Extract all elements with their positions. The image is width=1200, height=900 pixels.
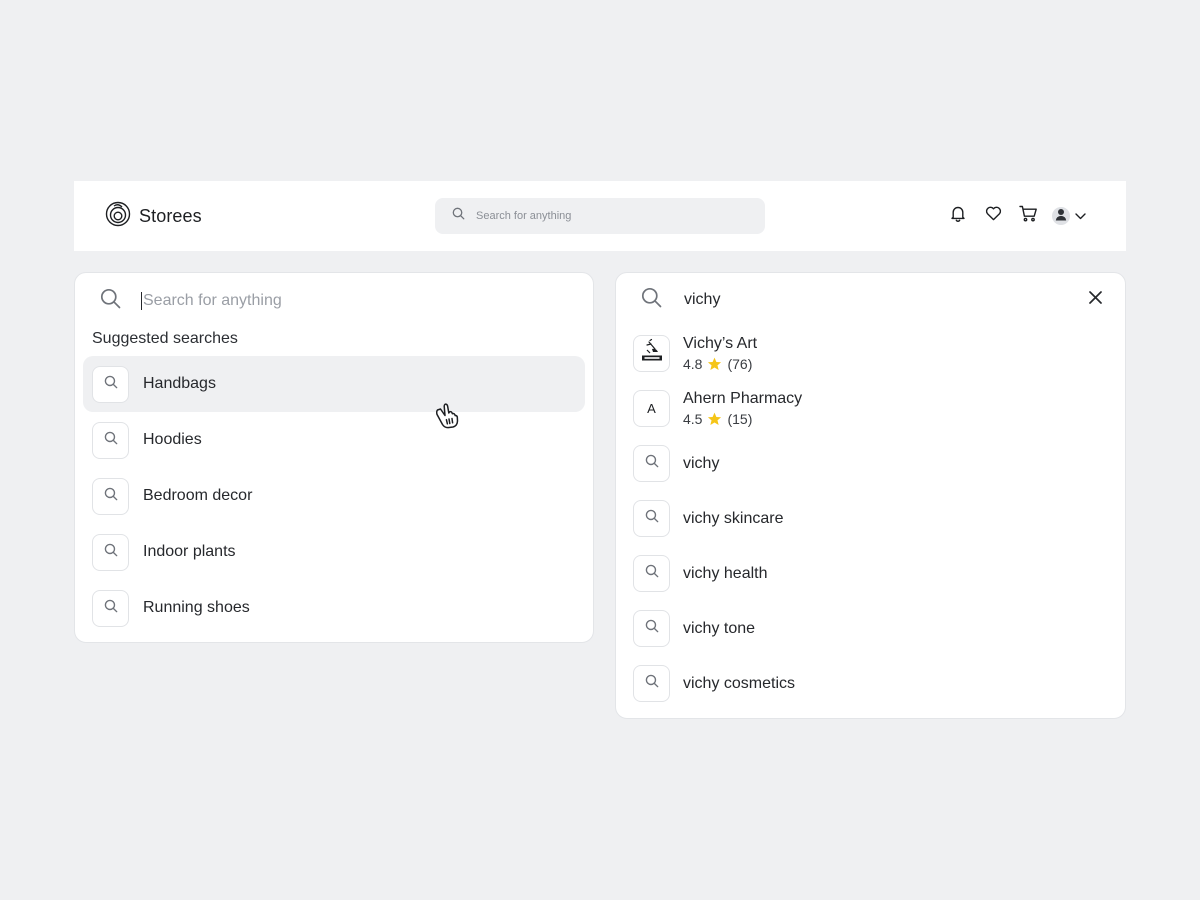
rating-count: (76) [727, 356, 753, 372]
query-info: vichy tone [683, 620, 755, 638]
result-list: Vichy’s Art 4.8 (76) A Ahern Pharmacy 4.… [633, 326, 1113, 711]
store-rating: 4.5 (15) [683, 411, 802, 427]
clear-search-button[interactable] [1085, 290, 1105, 310]
query-info: vichy skincare [683, 510, 783, 528]
store-result-ahern-pharmacy[interactable]: A Ahern Pharmacy 4.5 (15) [633, 381, 1113, 436]
store-result-vichys-art[interactable]: Vichy’s Art 4.8 (76) [633, 326, 1113, 381]
suggestion-label: Bedroom decor [143, 487, 253, 504]
cart-icon [1018, 205, 1038, 227]
search-icon [645, 619, 659, 638]
store-name: Ahern Pharmacy [683, 390, 803, 407]
suggestion-label: Hoodies [143, 431, 202, 448]
search-icon [645, 674, 659, 693]
query-result-vichy[interactable]: vichy [633, 436, 1113, 491]
query-label: vichy [683, 454, 720, 472]
suggestion-item-bedroom-decor[interactable]: Bedroom decor [83, 468, 585, 524]
query-info: vichy [683, 455, 719, 473]
suggestion-label: Indoor plants [143, 543, 236, 560]
left-search-bar[interactable] [100, 288, 501, 314]
star-icon [707, 357, 722, 371]
cart-button[interactable] [1017, 205, 1039, 227]
search-results-panel: Vichy’s Art 4.8 (76) A Ahern Pharmacy 4.… [615, 272, 1126, 719]
bell-icon [950, 205, 966, 227]
top-header: Storees [74, 181, 1126, 251]
search-icon [104, 375, 118, 394]
query-icon-box [633, 500, 670, 537]
query-result-vichy-cosmetics[interactable]: vichy cosmetics [633, 656, 1113, 711]
search-icon [104, 487, 118, 506]
suggestion-list: Handbags Hoodies Bedroom decor Indoor pl… [83, 356, 585, 636]
rating-value: 4.8 [683, 356, 703, 372]
star-icon [707, 412, 722, 426]
heart-icon [985, 206, 1002, 226]
query-label: vichy tone [683, 619, 756, 637]
query-result-vichy-health[interactable]: vichy health [633, 546, 1113, 601]
notifications-button[interactable] [947, 205, 969, 227]
query-info: vichy health [683, 565, 768, 583]
query-label: vichy cosmetics [683, 674, 796, 692]
store-logo-icon [638, 337, 666, 370]
account-menu[interactable] [1052, 207, 1086, 225]
search-icon [645, 564, 659, 583]
suggestion-icon-box [92, 365, 129, 403]
suggested-searches-panel: Suggested searches Handbags Hoodies [74, 272, 594, 643]
store-initial: A [647, 401, 656, 416]
store-name: Vichy’s Art [683, 335, 758, 352]
query-result-vichy-skincare[interactable]: vichy skincare [633, 491, 1113, 546]
suggestion-item-running-shoes[interactable]: Running shoes [83, 580, 585, 636]
right-search-input[interactable] [684, 291, 1044, 309]
suggestion-label: Handbags [143, 375, 216, 392]
brand-name: Storees [139, 205, 202, 226]
header-search-bar[interactable] [435, 198, 765, 234]
suggestion-icon-box [92, 589, 129, 627]
search-icon [452, 207, 465, 225]
query-label: vichy skincare [683, 509, 784, 527]
right-search-bar[interactable] [641, 287, 1044, 313]
rating-count: (15) [727, 411, 753, 427]
user-icon [1052, 207, 1070, 225]
brand-logo[interactable]: Storees [105, 201, 202, 232]
query-label: vichy health [683, 564, 768, 582]
header-search-input[interactable] [476, 210, 736, 222]
search-icon [104, 431, 118, 450]
search-icon [100, 288, 121, 314]
search-icon [645, 454, 659, 473]
suggestion-item-handbags[interactable]: Handbags [83, 356, 585, 412]
suggestion-icon-box [92, 421, 129, 459]
store-thumbnail [633, 335, 670, 372]
header-actions [947, 205, 1086, 227]
suggestion-item-hoodies[interactable]: Hoodies [83, 412, 585, 468]
query-icon-box [633, 555, 670, 592]
suggestion-label: Running shoes [143, 599, 250, 616]
query-result-vichy-tone[interactable]: vichy tone [633, 601, 1113, 656]
query-icon-box [633, 445, 670, 482]
suggestion-icon-box [92, 533, 129, 571]
search-icon [641, 287, 662, 313]
query-icon-box [633, 665, 670, 702]
suggested-searches-heading: Suggested searches [92, 330, 238, 347]
suggestion-item-indoor-plants[interactable]: Indoor plants [83, 524, 585, 580]
search-icon [104, 543, 118, 562]
left-search-input[interactable] [141, 292, 501, 310]
search-icon [104, 599, 118, 618]
close-icon [1088, 291, 1102, 309]
store-info: Ahern Pharmacy 4.5 (15) [683, 390, 802, 427]
search-icon [645, 509, 659, 528]
store-thumbnail: A [633, 390, 670, 427]
query-info: vichy cosmetics [683, 675, 795, 693]
store-info: Vichy’s Art 4.8 (76) [683, 335, 757, 372]
rating-value: 4.5 [683, 411, 703, 427]
wishlist-button[interactable] [982, 205, 1004, 227]
store-rating: 4.8 (76) [683, 356, 757, 372]
query-icon-box [633, 610, 670, 647]
suggestion-icon-box [92, 477, 129, 515]
avatar [1052, 207, 1070, 225]
storees-logo-icon [105, 201, 131, 232]
chevron-down-icon [1075, 207, 1086, 225]
